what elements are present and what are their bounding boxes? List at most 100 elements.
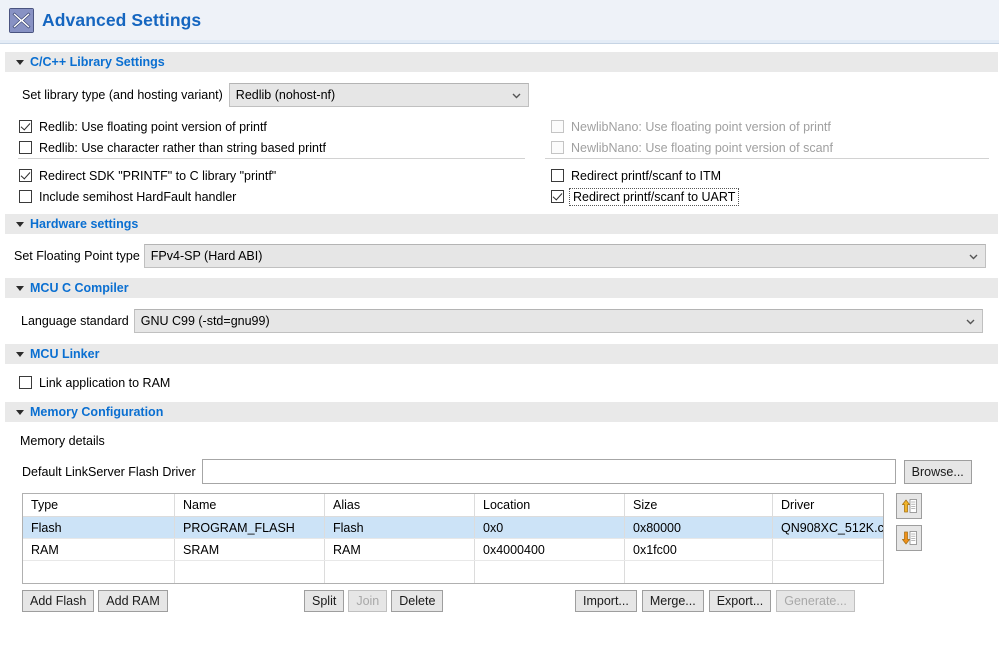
add-ram-button[interactable]: Add RAM [98, 590, 168, 612]
checkbox-box[interactable] [19, 141, 32, 154]
memory-details-text: Memory details [20, 434, 105, 448]
column-header-name[interactable]: Name [175, 494, 325, 516]
table-row[interactable]: RAM SRAM RAM 0x4000400 0x1fc00 [23, 539, 883, 561]
section-title-hardware: Hardware settings [30, 217, 138, 231]
checkbox-redlib-char-printf[interactable]: Redlib: Use character rather than string… [19, 137, 326, 158]
checkbox-newlibnano-float-printf: NewlibNano: Use floating point version o… [551, 116, 833, 137]
section-header-compiler[interactable]: MCU C Compiler [5, 278, 998, 298]
floating-point-value: FPv4-SP (Hard ABI) [151, 249, 962, 263]
checkbox-redlib-float-printf[interactable]: Redlib: Use floating point version of pr… [19, 116, 326, 137]
memory-table-area: Type Name Alias Location Size Driver Fla… [0, 493, 999, 584]
memory-action-bar: Add Flash Add RAM Split Join Delete Impo… [0, 590, 999, 614]
checkbox-label: Redirect printf/scanf to ITM [571, 169, 721, 183]
arrow-down-icon [901, 530, 918, 547]
checkbox-label: Redlib: Use character rather than string… [39, 141, 326, 155]
cell-location: 0x0 [475, 517, 625, 538]
table-row[interactable]: Flash PROGRAM_FLASH Flash 0x0 0x80000 QN… [23, 517, 883, 539]
checkbox-newlibnano-float-scanf: NewlibNano: Use floating point version o… [551, 137, 833, 158]
section-header-hardware[interactable]: Hardware settings [5, 214, 998, 234]
cell-size: 0x80000 [625, 517, 773, 538]
language-standard-label: Language standard [21, 314, 129, 328]
split-button[interactable]: Split [304, 590, 344, 612]
merge-button[interactable]: Merge... [642, 590, 704, 612]
checkbox-box [551, 141, 564, 154]
cell-type: Flash [23, 517, 175, 538]
column-header-type[interactable]: Type [23, 494, 175, 516]
library-type-row: Set library type (and hosting variant) R… [0, 83, 999, 107]
column-header-location[interactable]: Location [475, 494, 625, 516]
move-down-button[interactable] [896, 525, 922, 551]
checkbox-redirect-printf-uart[interactable]: Redirect printf/scanf to UART [551, 186, 737, 207]
settings-scroll-area[interactable]: C/C++ Library Settings Set library type … [0, 46, 999, 668]
chevron-down-icon [965, 316, 976, 327]
checkbox-box[interactable] [19, 376, 32, 389]
checkbox-redirect-printf-itm[interactable]: Redirect printf/scanf to ITM [551, 165, 737, 186]
checkbox-label: NewlibNano: Use floating point version o… [571, 141, 833, 155]
library-type-combo[interactable]: Redlib (nohost-nf) [229, 83, 529, 107]
language-standard-row: Language standard GNU C99 (-std=gnu99) [0, 309, 999, 333]
checkbox-box[interactable] [19, 190, 32, 203]
generate-button: Generate... [776, 590, 855, 612]
memory-reorder-buttons [896, 493, 922, 551]
column-header-driver[interactable]: Driver [773, 494, 883, 516]
add-flash-button[interactable]: Add Flash [22, 590, 94, 612]
page-title: Advanced Settings [42, 10, 201, 31]
memory-io-buttons: Import... Merge... Export... Generate... [575, 590, 855, 612]
memory-details-label: Memory details [0, 434, 999, 448]
chevron-down-icon [16, 222, 24, 227]
checkbox-box[interactable] [551, 190, 564, 203]
language-standard-value: GNU C99 (-std=gnu99) [141, 314, 959, 328]
checkbox-box[interactable] [551, 169, 564, 182]
cell-alias [325, 561, 475, 583]
cell-type [23, 561, 175, 583]
chevron-down-icon [968, 251, 979, 262]
memory-edit-buttons: Split Join Delete [304, 590, 443, 612]
flash-driver-label: Default LinkServer Flash Driver [22, 465, 196, 479]
column-header-size[interactable]: Size [625, 494, 773, 516]
delete-button[interactable]: Delete [391, 590, 443, 612]
floating-point-label: Set Floating Point type [14, 249, 140, 263]
cell-driver: QN908XC_512K.cfx [773, 517, 883, 538]
section-header-library[interactable]: C/C++ Library Settings [5, 52, 998, 72]
checkbox-label: Link application to RAM [39, 376, 170, 390]
chevron-down-icon [16, 286, 24, 291]
cell-name: PROGRAM_FLASH [175, 517, 325, 538]
floating-point-combo[interactable]: FPv4-SP (Hard ABI) [144, 244, 986, 268]
chevron-down-icon [511, 90, 522, 101]
divider-left [18, 158, 525, 159]
checkbox-box[interactable] [19, 120, 32, 133]
cell-alias: RAM [325, 539, 475, 560]
table-header-row: Type Name Alias Location Size Driver [23, 494, 883, 517]
flash-driver-row: Default LinkServer Flash Driver Browse..… [0, 459, 999, 484]
memory-add-buttons: Add Flash Add RAM [22, 590, 168, 612]
chevron-down-icon [16, 60, 24, 65]
checkbox-group-dividers [0, 158, 999, 159]
cell-location [475, 561, 625, 583]
checkbox-box[interactable] [19, 169, 32, 182]
window-titlebar: Advanced Settings [0, 0, 999, 41]
chevron-down-icon [16, 410, 24, 415]
move-up-button[interactable] [896, 493, 922, 519]
cell-driver [773, 561, 883, 583]
cell-type: RAM [23, 539, 175, 560]
library-type-value: Redlib (nohost-nf) [236, 88, 505, 102]
import-button[interactable]: Import... [575, 590, 637, 612]
divider-right [545, 158, 989, 159]
table-row[interactable] [23, 561, 883, 583]
cell-size: 0x1fc00 [625, 539, 773, 560]
checkbox-redirect-sdk-printf[interactable]: Redirect SDK "PRINTF" to C library "prin… [19, 165, 276, 186]
memory-table[interactable]: Type Name Alias Location Size Driver Fla… [22, 493, 884, 584]
checkbox-link-application-to-ram[interactable]: Link application to RAM [0, 372, 999, 393]
flash-driver-input[interactable] [202, 459, 896, 484]
export-button[interactable]: Export... [709, 590, 772, 612]
checkbox-include-semihost-hardfault[interactable]: Include semihost HardFault handler [19, 186, 276, 207]
section-header-linker[interactable]: MCU Linker [5, 344, 998, 364]
browse-button[interactable]: Browse... [904, 460, 972, 484]
section-title-library: C/C++ Library Settings [30, 55, 165, 69]
section-title-linker: MCU Linker [30, 347, 99, 361]
section-header-memory[interactable]: Memory Configuration [5, 402, 998, 422]
language-standard-combo[interactable]: GNU C99 (-std=gnu99) [134, 309, 983, 333]
checkbox-label: Redirect SDK "PRINTF" to C library "prin… [39, 169, 276, 183]
column-header-alias[interactable]: Alias [325, 494, 475, 516]
checkbox-label: Redlib: Use floating point version of pr… [39, 120, 267, 134]
